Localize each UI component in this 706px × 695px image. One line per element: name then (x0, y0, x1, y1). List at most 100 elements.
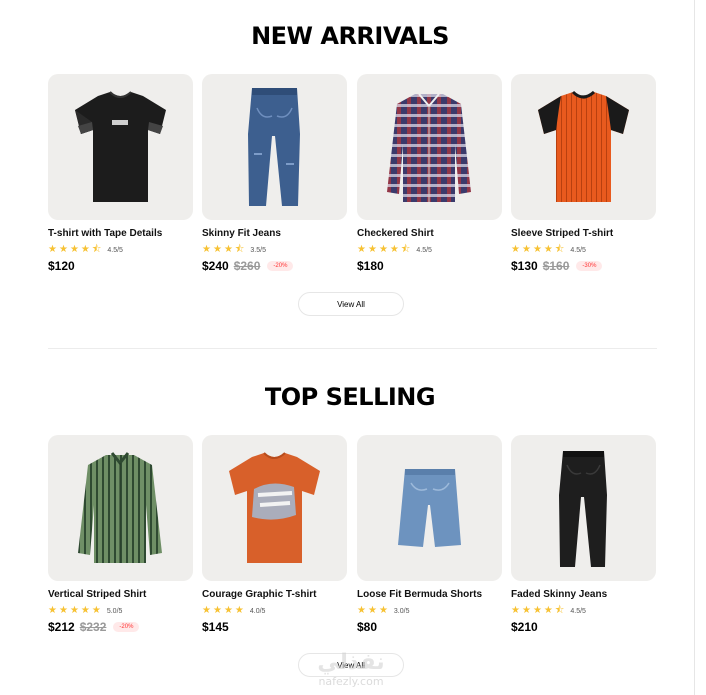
rating-text: 3.0/5 (393, 607, 410, 615)
star-icon: ★ (58, 605, 68, 616)
watermark-arabic: نفذلي (317, 650, 385, 675)
new-arrivals-title: NEW ARRIVALS (251, 22, 449, 50)
product-name[interactable]: Skinny Fit Jeans (202, 228, 281, 239)
star-icon: ★ (367, 605, 377, 616)
rating-stars: ★ ★ ★ ★ ⯪ (511, 606, 566, 616)
rating: ★ ★ ★ ⯪ 3.5/5 (202, 244, 266, 256)
star-icon: ★ (80, 605, 90, 616)
star-icon: ★ (80, 244, 90, 255)
watermark: نفذلي nafezly.com (296, 650, 406, 695)
star-icon: ★ (212, 244, 222, 255)
price: $180 (357, 259, 384, 273)
half-star-icon: ⯪ (554, 244, 565, 255)
product-name[interactable]: Faded Skinny Jeans (511, 589, 607, 600)
rating: ★ ★ ★ ★ ★ 5.0/5 (48, 605, 122, 617)
price: $210 (511, 620, 538, 634)
rating-text: 4.5/5 (107, 246, 123, 254)
page-edge-rule (694, 0, 695, 695)
price-row: $145 (202, 620, 229, 634)
star-icon: ★ (69, 244, 79, 255)
product-name[interactable]: Loose Fit Bermuda Shorts (357, 589, 482, 600)
half-star-icon: ⯪ (91, 244, 102, 255)
rating-text: 4.5/5 (570, 607, 586, 615)
half-star-icon: ⯪ (554, 605, 565, 616)
product-image[interactable] (511, 435, 656, 581)
product-name[interactable]: T-shirt with Tape Details (48, 228, 162, 239)
rating-stars: ★ ★ ★ ★ ★ (48, 606, 103, 616)
green-striped-shirt-icon (78, 452, 162, 563)
product-card[interactable]: Sleeve Striped T-shirt ★ ★ ★ ★ ⯪ 4.5/5 $130 … (511, 74, 656, 284)
rating: ★ ★ ★ ★ ⯪ 4.5/5 (357, 244, 432, 256)
product-image[interactable] (357, 74, 502, 220)
black-tshirt-icon (75, 91, 166, 202)
rating: ★ ★ ★ 3.0/5 (357, 605, 409, 617)
product-name[interactable]: Checkered Shirt (357, 228, 434, 239)
rating: ★ ★ ★ ★ ⯪ 4.5/5 (48, 244, 123, 256)
black-jeans-icon (559, 451, 607, 567)
discount-badge: -20% (113, 622, 140, 632)
section-divider (48, 348, 657, 349)
product-name[interactable]: Vertical Striped Shirt (48, 589, 146, 600)
price: $240 (202, 259, 229, 273)
star-icon: ★ (223, 605, 233, 616)
star-icon: ★ (543, 244, 553, 255)
half-star-icon: ⯪ (234, 244, 245, 255)
price-row: $212 $232 -20% (48, 620, 140, 634)
product-card[interactable]: Courage Graphic T-shirt ★ ★ ★ ★ 4.0/5 $145 (202, 435, 347, 645)
rating-text: 3.5/5 (250, 246, 266, 254)
product-card[interactable]: Skinny Fit Jeans ★ ★ ★ ⯪ 3.5/5 $240 $260 -2… (202, 74, 347, 284)
rating: ★ ★ ★ ★ ⯪ 4.5/5 (511, 244, 586, 256)
top-selling-title: TOP SELLING (264, 383, 436, 411)
star-icon: ★ (532, 605, 542, 616)
star-icon: ★ (48, 605, 57, 616)
product-card[interactable]: Faded Skinny Jeans ★ ★ ★ ★ ⯪ 4.5/5 $210 (511, 435, 656, 645)
star-icon: ★ (202, 605, 211, 616)
price: $120 (48, 259, 75, 273)
star-icon: ★ (48, 244, 57, 255)
product-card[interactable]: T-shirt with Tape Details ★ ★ ★ ★ ⯪ 4.5/5 $1… (48, 74, 193, 284)
product-card[interactable]: Checkered Shirt ★ ★ ★ ★ ⯪ 4.5/5 $180 (357, 74, 502, 284)
product-card[interactable]: Loose Fit Bermuda Shorts ★ ★ ★ 3.0/5 $80 (357, 435, 502, 645)
old-price: $232 (79, 620, 107, 634)
denim-shorts-icon (398, 469, 461, 547)
discount-badge: -20% (267, 261, 294, 271)
star-icon: ★ (367, 244, 377, 255)
star-icon: ★ (357, 244, 366, 255)
product-image[interactable] (357, 435, 502, 581)
star-icon: ★ (521, 244, 531, 255)
product-card[interactable]: Vertical Striped Shirt ★ ★ ★ ★ ★ 5.0/5 $212 … (48, 435, 193, 645)
watermark-latin: nafezly.com (318, 675, 384, 688)
rating: ★ ★ ★ ★ 4.0/5 (202, 605, 265, 617)
view-all-button[interactable]: View All (298, 292, 404, 316)
star-icon: ★ (378, 605, 388, 616)
star-icon: ★ (521, 605, 531, 616)
striped-tshirt-icon (538, 90, 629, 202)
product-image[interactable] (202, 435, 347, 581)
rating-text: 4.0/5 (249, 607, 266, 615)
price: $145 (202, 620, 229, 634)
old-price: $260 (233, 259, 261, 273)
star-icon: ★ (234, 605, 244, 616)
star-icon: ★ (202, 244, 211, 255)
star-icon: ★ (223, 244, 233, 255)
old-price: $160 (542, 259, 570, 273)
star-icon: ★ (378, 244, 388, 255)
rating-stars: ★ ★ ★ ★ ⯪ (48, 245, 103, 255)
half-star-icon: ⯪ (400, 244, 411, 255)
product-name[interactable]: Courage Graphic T-shirt (202, 589, 316, 600)
product-image[interactable] (511, 74, 656, 220)
product-image[interactable] (48, 435, 193, 581)
rating-stars: ★ ★ ★ ⯪ (202, 245, 246, 255)
new-arrivals-grid: T-shirt with Tape Details ★ ★ ★ ★ ⯪ 4.5/5 $1… (48, 74, 657, 294)
star-icon: ★ (389, 244, 399, 255)
rating-text: 4.5/5 (570, 246, 586, 254)
price-row: $210 (511, 620, 538, 634)
star-icon: ★ (91, 605, 101, 616)
product-image[interactable] (48, 74, 193, 220)
product-image[interactable] (202, 74, 347, 220)
star-icon: ★ (511, 244, 520, 255)
product-name[interactable]: Sleeve Striped T-shirt (511, 228, 613, 239)
price-row: $130 $160 -30% (511, 259, 603, 273)
rating-stars: ★ ★ ★ ★ (202, 606, 246, 616)
price: $130 (511, 259, 538, 273)
